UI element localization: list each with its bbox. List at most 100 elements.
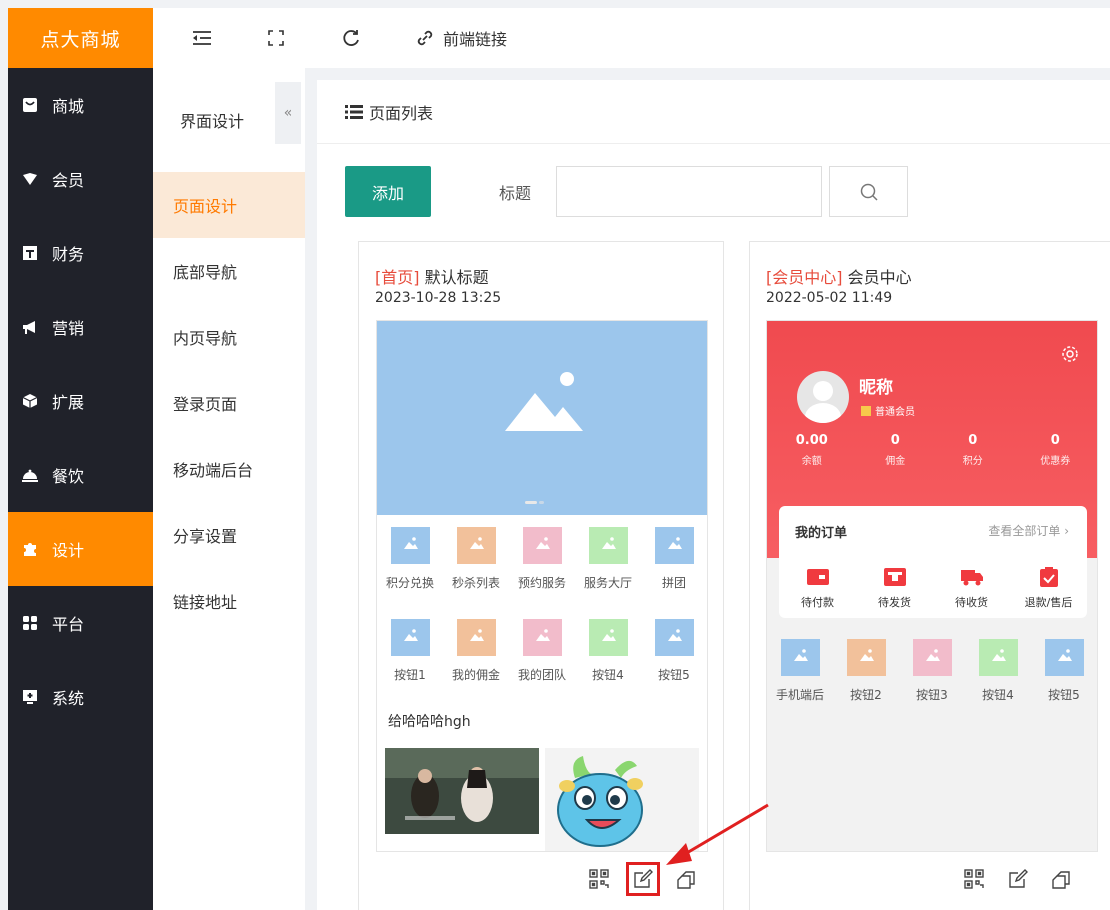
- grid-item[interactable]: 按钮5: [643, 619, 705, 683]
- grid-item[interactable]: 拼团: [643, 527, 705, 591]
- grid-item[interactable]: 按钮1: [379, 619, 441, 683]
- copy-button[interactable]: [1050, 867, 1074, 891]
- subnav-item[interactable]: 内页导航: [153, 304, 305, 370]
- system-icon: [22, 689, 38, 705]
- page-list-panel: 页面列表 添加 标题 [首页] 默认标题 2023-10-28 13:25 积分…: [317, 80, 1110, 910]
- stat-item[interactable]: 0 优惠券: [1040, 433, 1070, 467]
- stat-item[interactable]: 0 佣金: [885, 433, 905, 467]
- page-card-member: [会员中心] 会员中心 2022-05-02 11:49 昵称 普通会员 0.0…: [749, 241, 1110, 910]
- sidebar-item-label: 扩展: [52, 393, 85, 412]
- title-field-label: 标题: [499, 183, 532, 203]
- collapse-button[interactable]: «: [275, 82, 301, 144]
- annotation-arrow: [666, 803, 769, 865]
- settings-icon[interactable]: [1061, 345, 1079, 363]
- sidebar-item-label: 营销: [52, 319, 85, 338]
- stats-row: 0.00 余额 0 佣金 0 积分 0 优惠券: [767, 433, 1097, 467]
- grid-item[interactable]: 我的佣金: [445, 619, 507, 683]
- menu-fold-icon[interactable]: [191, 8, 213, 68]
- subnav-item[interactable]: 链接地址: [153, 568, 305, 634]
- order-status-item[interactable]: 退款/售后: [1019, 566, 1079, 610]
- image-placeholder-icon: [456, 527, 496, 564]
- image-placeholder-icon: [522, 619, 562, 656]
- card-title: [首页] 默认标题: [375, 264, 489, 288]
- grid-item[interactable]: 积分兑换: [379, 527, 441, 591]
- order-status-item[interactable]: 待付款: [788, 566, 848, 610]
- grid-item-label: 预约服务: [517, 576, 566, 590]
- qrcode-icon: [964, 869, 984, 889]
- copy-icon: [1052, 871, 1070, 889]
- sidebar-item[interactable]: 设计: [8, 512, 153, 586]
- search-button[interactable]: [829, 166, 908, 217]
- sidebar-item[interactable]: 商城: [8, 68, 153, 142]
- subnav-item[interactable]: 分享设置: [153, 502, 305, 568]
- video-thumbnail: [385, 748, 539, 834]
- grid-item-label: 按钮2: [850, 688, 882, 702]
- sidebar-item[interactable]: 会员: [8, 142, 153, 216]
- subnav-item[interactable]: 移动端后台: [153, 436, 305, 502]
- frontend-link-button[interactable]: 前端链接: [415, 8, 507, 68]
- stat-label: 积分: [962, 456, 983, 467]
- qrcode-button[interactable]: [962, 867, 986, 891]
- image-placeholder-icon: [390, 527, 430, 564]
- grid-item[interactable]: 秒杀列表: [445, 527, 507, 591]
- megaphone-icon: [22, 319, 38, 335]
- grid-item[interactable]: 按钮5: [1033, 639, 1095, 703]
- grid-item-label: 服务大厅: [583, 576, 632, 590]
- grid-item[interactable]: 按钮4: [577, 619, 639, 683]
- grid-item[interactable]: 按钮2: [835, 639, 897, 703]
- order-status-item[interactable]: 待发货: [865, 566, 925, 610]
- image-placeholder-icon: [522, 527, 562, 564]
- avatar[interactable]: [797, 371, 849, 423]
- sidebar-item[interactable]: 餐饮: [8, 438, 153, 512]
- view-all-orders-link[interactable]: 查看全部订单 ›: [988, 522, 1069, 539]
- grid-item[interactable]: 我的团队: [511, 619, 573, 683]
- grid-item[interactable]: 手机端后: [769, 639, 831, 703]
- sidebar-item[interactable]: 营销: [8, 290, 153, 364]
- order-status-icon: [806, 566, 829, 588]
- grid-item[interactable]: 按钮4: [967, 639, 1029, 703]
- grid-item[interactable]: 服务大厅: [577, 527, 639, 591]
- app-root: 点大商城 商城 会员财务营销扩展餐饮设计平台 系统 前端链接 界面设计 « 页面设计…: [0, 0, 1110, 910]
- sidebar-item[interactable]: 财务: [8, 216, 153, 290]
- platform-icon: [22, 615, 38, 631]
- add-button[interactable]: 添加: [345, 166, 431, 217]
- title-search-input[interactable]: [556, 166, 822, 217]
- sidebar-item-label: 设计: [52, 541, 85, 560]
- order-status-item[interactable]: 待收货: [942, 566, 1002, 610]
- stat-item[interactable]: 0.00 余额: [796, 433, 828, 467]
- brand-logo[interactable]: 点大商城: [8, 8, 153, 68]
- qrcode-button[interactable]: [587, 867, 611, 891]
- refresh-icon[interactable]: [341, 8, 361, 68]
- panel-header: 页面列表: [317, 80, 1110, 144]
- sidebar-item-label: 财务: [52, 245, 85, 264]
- subnav-item[interactable]: 页面设计: [153, 172, 305, 238]
- top-toolbar: 前端链接: [153, 8, 1110, 68]
- subnav-item[interactable]: 底部导航: [153, 238, 305, 304]
- sidebar-item[interactable]: 扩展: [8, 364, 153, 438]
- subnav-item[interactable]: 登录页面: [153, 370, 305, 436]
- stat-item[interactable]: 0 积分: [963, 433, 983, 467]
- member-level: 普通会员: [861, 403, 915, 418]
- nav-grid-row: 积分兑换 秒杀列表 预约服务 服务大厅 拼团: [377, 527, 707, 591]
- member-page-preview: 昵称 普通会员 0.00 余额 0 佣金 0 积分 0 优惠券 我的订单 查看全部订单 › 待…: [766, 320, 1098, 852]
- grid-item[interactable]: 按钮3: [901, 639, 963, 703]
- list-icon: [345, 104, 363, 119]
- image-placeholder-icon: [912, 639, 952, 676]
- member-icon: [22, 171, 38, 187]
- grid-item[interactable]: 预约服务: [511, 527, 573, 591]
- edit-button[interactable]: [1006, 867, 1030, 891]
- sidebar-item[interactable]: 平台: [8, 586, 153, 660]
- fullscreen-icon[interactable]: [268, 8, 284, 68]
- stat-label: 优惠券: [1040, 456, 1071, 467]
- grid-item-label: 按钮3: [916, 688, 948, 702]
- grid-item-label: 按钮4: [592, 668, 624, 682]
- image-placeholder-icon: [588, 619, 628, 656]
- view-all-label: 查看全部订单: [988, 524, 1061, 538]
- grid-item-label: 我的佣金: [451, 668, 500, 682]
- image-placeholder-icon: [780, 639, 820, 676]
- order-status-label: 待付款: [801, 596, 834, 609]
- subnav-title: 界面设计: [180, 112, 245, 131]
- puzzle-icon: [22, 541, 38, 557]
- card-name: 默认标题: [424, 268, 489, 287]
- sidebar-item[interactable]: 系统: [8, 660, 153, 734]
